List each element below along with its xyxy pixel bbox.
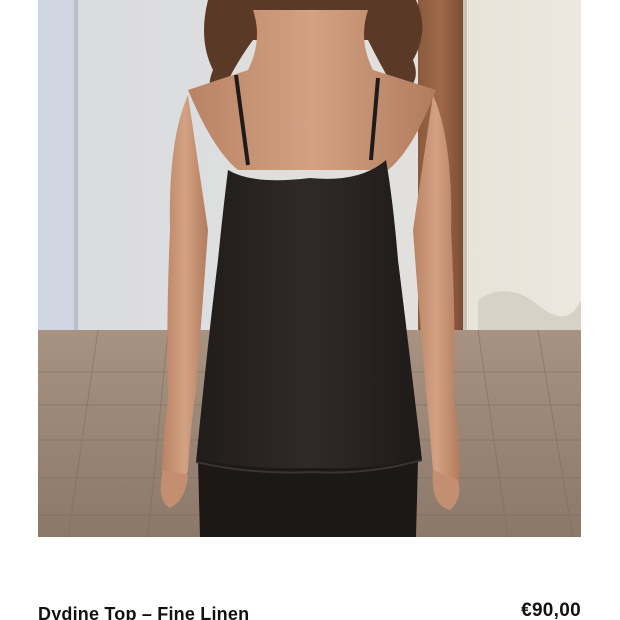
- product-title[interactable]: Dydine Top – Fine Linen: [38, 604, 249, 620]
- product-image[interactable]: [38, 0, 581, 537]
- product-card: Dydine Top – Fine Linen €90,00: [0, 0, 620, 620]
- product-price: €90,00: [521, 600, 581, 620]
